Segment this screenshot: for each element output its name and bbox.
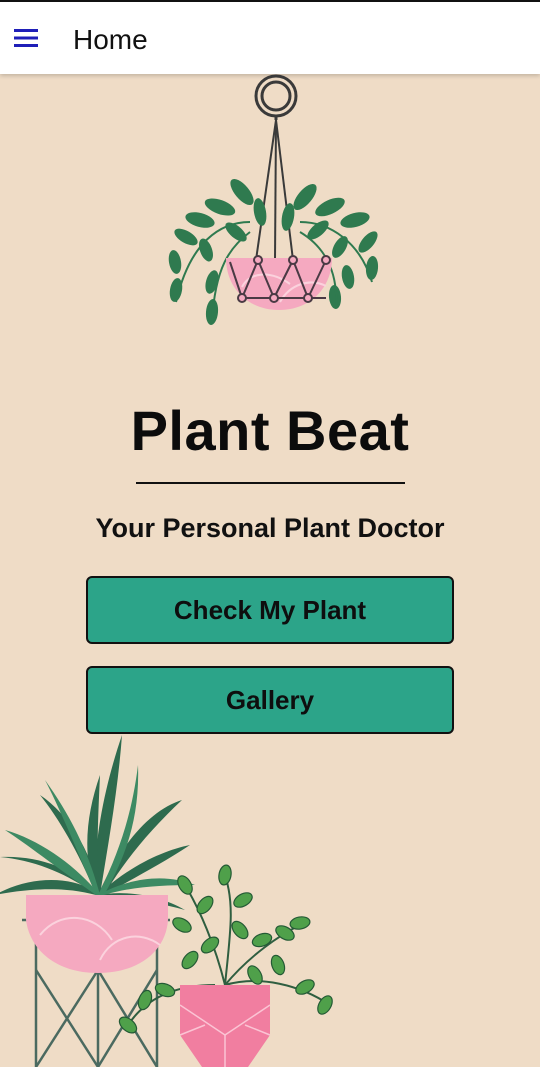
menu-button[interactable] (6, 14, 46, 62)
app-bar-title: Home (73, 24, 148, 55)
app-title: Plant Beat (130, 399, 410, 462)
app-bar: Home (0, 0, 540, 74)
potted-plants-illustration (0, 735, 333, 1067)
hanging-plant-illustration (168, 74, 379, 325)
gallery-button[interactable]: Gallery (86, 666, 454, 734)
check-my-plant-button[interactable]: Check My Plant (86, 576, 454, 644)
app-subtitle: Your Personal Plant Doctor (95, 513, 445, 543)
hamburger-menu-icon (14, 29, 38, 47)
title-divider (136, 482, 405, 484)
